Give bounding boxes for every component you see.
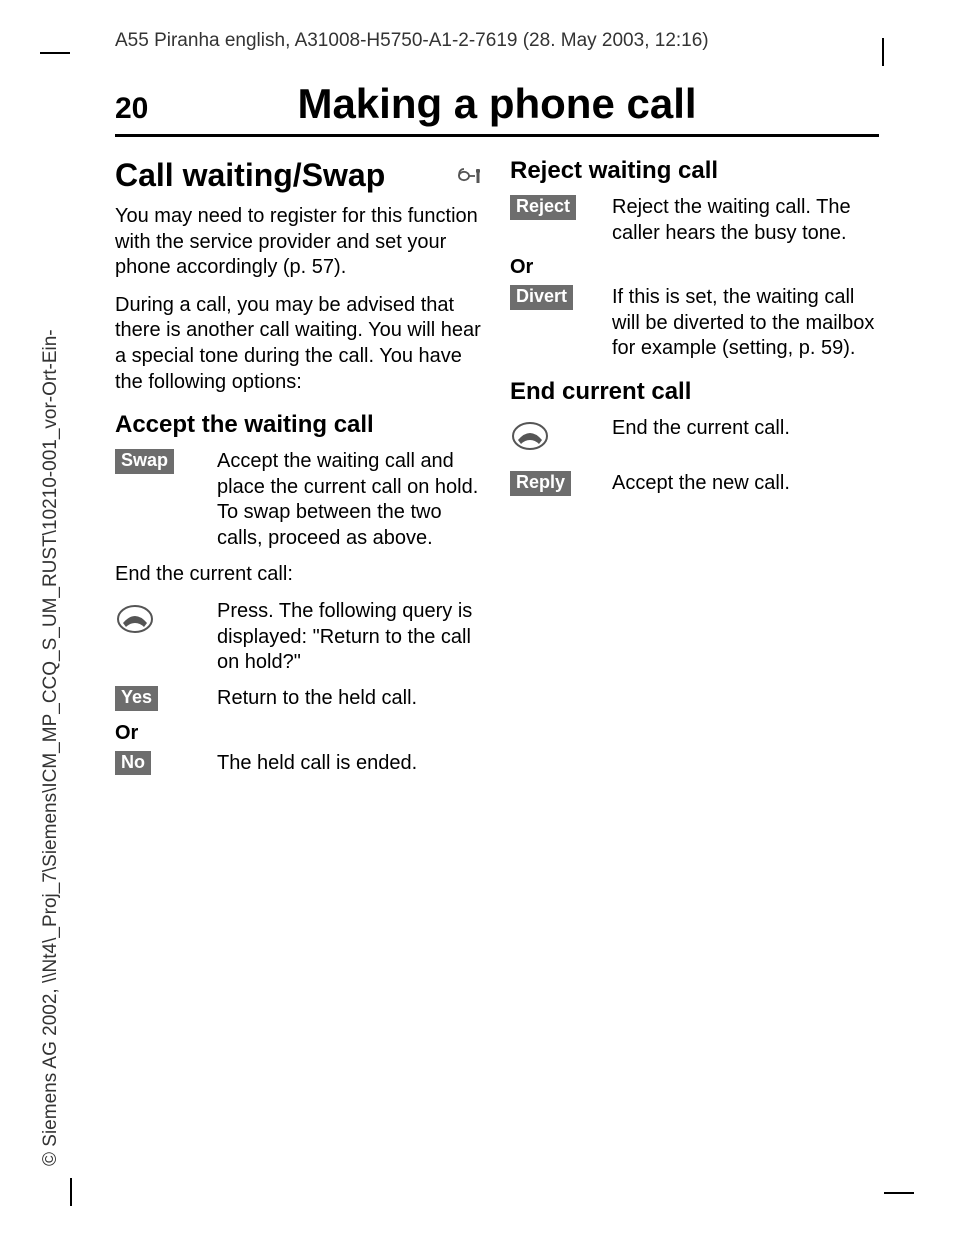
softkey-yes: Yes: [115, 686, 158, 711]
instruction-row: No The held call is ended.: [115, 751, 484, 777]
columns: Call waiting/Swap You may need to regist…: [115, 157, 879, 786]
softkey-no: No: [115, 751, 151, 776]
page-title: Making a phone call: [185, 80, 879, 128]
softkey-cell: Reply: [510, 471, 600, 496]
instruction-desc: End the current call.: [612, 416, 879, 442]
instruction-desc: If this is set, the waiting call will be…: [612, 285, 879, 362]
instruction-row: End the current call.: [510, 416, 879, 461]
crop-mark: [40, 52, 70, 54]
section-heading-call-waiting: Call waiting/Swap: [115, 157, 484, 194]
softkey-cell: Yes: [115, 686, 205, 711]
end-call-icon: [115, 599, 205, 644]
or-label: Or: [115, 722, 484, 745]
instruction-desc: Return to the held call.: [217, 686, 484, 712]
instruction-row: Press. The following query is displayed:…: [115, 599, 484, 676]
crop-mark: [884, 1192, 914, 1194]
paragraph: You may need to register for this functi…: [115, 204, 484, 281]
subheading-accept-waiting: Accept the waiting call: [115, 411, 484, 439]
side-copyright: © Siemens AG 2002, \\Nt4\_Proj_7\Siemens…: [40, 329, 62, 1166]
instruction-row: Divert If this is set, the waiting call …: [510, 285, 879, 362]
crop-mark: [882, 38, 884, 66]
instruction-row: Swap Accept the waiting call and place t…: [115, 449, 484, 551]
subheading-end-current: End current call: [510, 378, 879, 406]
instruction-desc: Accept the new call.: [612, 471, 879, 497]
softkey-reply: Reply: [510, 471, 571, 496]
softkey-cell: Swap: [115, 449, 205, 474]
instruction-row: Yes Return to the held call.: [115, 686, 484, 712]
or-label: Or: [510, 256, 879, 279]
header-info: A55 Piranha english, A31008-H5750-A1-2-7…: [115, 30, 709, 52]
right-column: Reject waiting call Reject Reject the wa…: [510, 157, 879, 786]
network-service-icon: [456, 165, 484, 187]
instruction-desc: Press. The following query is displayed:…: [217, 599, 484, 676]
left-column: Call waiting/Swap You may need to regist…: [115, 157, 484, 786]
instruction-desc: Reject the waiting call. The caller hear…: [612, 195, 879, 246]
softkey-divert: Divert: [510, 285, 573, 310]
instruction-row: Reject Reject the waiting call. The call…: [510, 195, 879, 246]
paragraph: During a call, you may be advised that t…: [115, 293, 484, 395]
subheading-reject-waiting: Reject waiting call: [510, 157, 879, 185]
softkey-cell: No: [115, 751, 205, 776]
page-number: 20: [115, 92, 185, 126]
title-row: 20 Making a phone call: [115, 80, 879, 137]
instruction-desc: Accept the waiting call and place the cu…: [217, 449, 484, 551]
paragraph: End the current call:: [115, 562, 484, 588]
instruction-row: Reply Accept the new call.: [510, 471, 879, 497]
softkey-swap: Swap: [115, 449, 174, 474]
crop-mark: [70, 1178, 72, 1206]
softkey-cell: Reject: [510, 195, 600, 220]
softkey-reject: Reject: [510, 195, 576, 220]
instruction-desc: The held call is ended.: [217, 751, 484, 777]
heading-text: Call waiting/Swap: [115, 157, 385, 194]
end-call-icon: [510, 416, 600, 461]
page-content: 20 Making a phone call Call waiting/Swap…: [115, 80, 879, 1176]
softkey-cell: Divert: [510, 285, 600, 310]
